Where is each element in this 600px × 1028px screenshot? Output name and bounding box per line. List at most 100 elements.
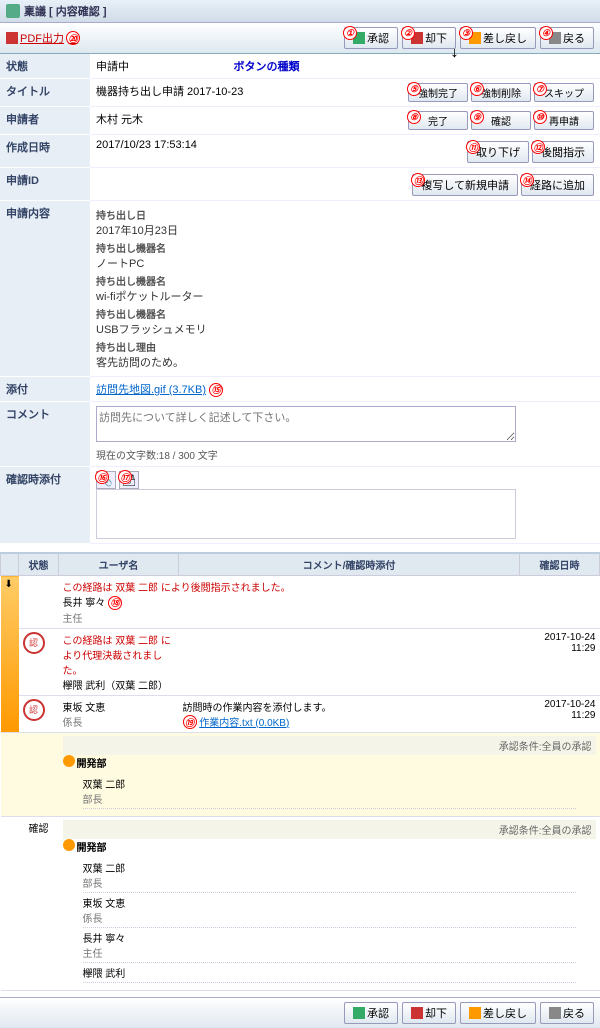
- marker-15: ⑮: [209, 383, 223, 397]
- label-status: 状態: [0, 54, 90, 79]
- label-appid: 申請ID: [0, 168, 90, 201]
- footer-approve-button[interactable]: 承認: [344, 1002, 398, 1024]
- stamp-icon: 認: [23, 699, 45, 721]
- label-applicant: 申請者: [0, 107, 90, 135]
- withdraw-button[interactable]: ⑪取り下げ: [467, 141, 529, 163]
- complete-button[interactable]: ⑧完了: [408, 111, 468, 130]
- return-icon: [469, 1007, 481, 1019]
- marker-8: ⑧: [407, 110, 421, 124]
- route-file-link[interactable]: 作業内容.txt (0.0KB): [199, 718, 289, 729]
- value-created: 2017/10/23 17:53:14 ⑪取り下げ ⑫後閲指示: [90, 135, 600, 168]
- route-row: ⬇ この経路は 双葉 二郎 により後閲指示されました。 長井 寧々 ⑱ 主任: [1, 576, 600, 629]
- marker-2: ②: [401, 26, 415, 40]
- force-delete-button[interactable]: ⑥強制削除: [471, 83, 531, 102]
- value-status: 申請中 ボタンの種類: [90, 54, 600, 79]
- app-icon: [6, 4, 20, 18]
- add-route-button[interactable]: ⑭経路に追加: [521, 174, 594, 196]
- marker-11: ⑪: [466, 140, 480, 154]
- copy-new-button[interactable]: ⑬複写して新規申請: [412, 174, 518, 196]
- route-row: 認 この経路は 双葉 二郎 により代理決裁されました。 欅隈 武利（双葉 二郎）…: [1, 628, 600, 695]
- dept-icon: [63, 755, 75, 767]
- value-content: 持ち出し日 2017年10月23日 持ち出し機器名 ノートPC 持ち出し機器名 …: [90, 201, 600, 377]
- route-dept-current: 承認条件:全員の承認 開発部 双葉 二郎部長: [1, 733, 600, 817]
- footer-sendback-button[interactable]: 差し戻し: [460, 1002, 536, 1024]
- detail-table: 状態 申請中 ボタンの種類 タイトル 機器持ち出し申請 2017-10-23 ⑤…: [0, 54, 600, 544]
- marker-3: ③: [459, 26, 473, 40]
- marker-7: ⑦: [533, 82, 547, 96]
- back-icon: [549, 1007, 561, 1019]
- back-button[interactable]: ④戻る: [540, 27, 594, 49]
- pdf-label: PDF出力: [20, 30, 64, 46]
- value-confirm-attach: ⑯📎 ⑰🗃: [90, 467, 600, 544]
- check-icon: [353, 1007, 365, 1019]
- marker-20: ⑳: [66, 31, 80, 45]
- route-dept-confirm: 確認 承認条件:全員の承認 開発部 双葉 二郎部長 東坂 文恵係長 長井 寧々主…: [1, 817, 600, 991]
- comment-textarea[interactable]: [96, 406, 516, 442]
- th-user: ユーザ名: [59, 553, 179, 576]
- dept-icon: [63, 839, 75, 851]
- marker-12: ⑫: [531, 140, 545, 154]
- marker-19: ⑲: [183, 715, 197, 729]
- char-count: 現在の文字数:18 / 300 文字: [96, 447, 594, 462]
- route-row: 認 東坂 文恵 係長 訪問時の作業内容を添付します。 ⑲ 作業内容.txt (0…: [1, 695, 600, 733]
- label-confirm-attach: 確認時添付: [0, 467, 90, 544]
- action-grid-row3: ⑪取り下げ ⑫後閲指示: [467, 141, 594, 163]
- sendback-button[interactable]: ③差し戻し: [460, 27, 536, 49]
- marker-1: ①: [343, 26, 357, 40]
- approval-condition: 承認条件:全員の承認: [63, 736, 596, 755]
- route-table: 状態 ユーザ名 コメント/確認時添付 確認日時 ⬇ この経路は 双葉 二郎 によ…: [0, 552, 600, 991]
- confirm-label: 確認: [19, 817, 59, 991]
- action-grid-row2: ⑧完了 ⑨確認 ⑩再申請: [408, 111, 594, 130]
- marker-14: ⑭: [520, 173, 534, 187]
- attach-file-link[interactable]: 訪問先地図.gif (3.7KB): [96, 384, 206, 396]
- value-title: 機器持ち出し申請 2017-10-23 ⑤強制完了 ⑥強制削除 ⑦スキップ: [90, 79, 600, 107]
- pdf-export-link[interactable]: PDF出力 ⑳: [6, 30, 80, 46]
- button-types-label: ボタンの種類: [234, 58, 300, 74]
- window-title: 稟議 [ 内容確認 ]: [24, 3, 107, 19]
- action-grid-row1: ⑤強制完了 ⑥強制削除 ⑦スキップ: [408, 83, 594, 102]
- approval-condition: 承認条件:全員の承認: [63, 820, 596, 839]
- footer-back-button[interactable]: 戻る: [540, 1002, 594, 1024]
- marker-6: ⑥: [470, 82, 484, 96]
- marker-18: ⑱: [108, 596, 122, 610]
- pdf-icon: [6, 32, 18, 44]
- attach-add-button[interactable]: ⑯📎: [96, 471, 116, 489]
- marker-16: ⑯: [95, 470, 109, 484]
- footer-toolbar: 承認 却下 差し戻し 戻る: [0, 997, 600, 1028]
- action-grid-row4: ⑬複写して新規申請 ⑭経路に追加: [412, 174, 594, 196]
- defer-button[interactable]: ⑫後閲指示: [532, 141, 594, 163]
- value-appid: ⑬複写して新規申請 ⑭経路に追加: [90, 168, 600, 201]
- attach-db-button[interactable]: ⑰🗃: [119, 471, 139, 489]
- x-icon: [411, 1007, 423, 1019]
- stamp-icon: 認: [23, 632, 45, 654]
- marker-17: ⑰: [118, 470, 132, 484]
- label-created: 作成日時: [0, 135, 90, 168]
- route-arrow-icon: ⬇: [1, 576, 19, 733]
- label-content: 申請内容: [0, 201, 90, 377]
- top-toolbar: PDF出力 ⑳ ↓ ①承認 ②却下 ③差し戻し ④戻る: [0, 23, 600, 54]
- top-buttons: ↓ ①承認 ②却下 ③差し戻し ④戻る: [344, 27, 594, 49]
- skip-button[interactable]: ⑦スキップ: [534, 83, 594, 102]
- label-attach: 添付: [0, 377, 90, 402]
- value-applicant: 木村 元木 ⑧完了 ⑨確認 ⑩再申請: [90, 107, 600, 135]
- th-comment: コメント/確認時添付: [179, 553, 520, 576]
- value-comment: 現在の文字数:18 / 300 文字: [90, 402, 600, 467]
- attach-area: [96, 489, 516, 539]
- value-attach: 訪問先地図.gif (3.7KB) ⑮: [90, 377, 600, 402]
- approve-button[interactable]: ①承認: [344, 27, 398, 49]
- confirm-button[interactable]: ⑨確認: [471, 111, 531, 130]
- window-header: 稟議 [ 内容確認 ]: [0, 0, 600, 23]
- marker-9: ⑨: [470, 110, 484, 124]
- marker-5: ⑤: [407, 82, 421, 96]
- marker-10: ⑩: [533, 110, 547, 124]
- label-title: タイトル: [0, 79, 90, 107]
- reapply-button[interactable]: ⑩再申請: [534, 111, 594, 130]
- th-datetime: 確認日時: [520, 553, 600, 576]
- confirm-user-list: 双葉 二郎部長 東坂 文恵係長 長井 寧々主任 欅隈 武利: [63, 854, 596, 987]
- reject-button[interactable]: ②却下: [402, 27, 456, 49]
- label-comment: コメント: [0, 402, 90, 467]
- marker-4: ④: [539, 26, 553, 40]
- th-status: 状態: [19, 553, 59, 576]
- footer-reject-button[interactable]: 却下: [402, 1002, 456, 1024]
- force-complete-button[interactable]: ⑤強制完了: [408, 83, 468, 102]
